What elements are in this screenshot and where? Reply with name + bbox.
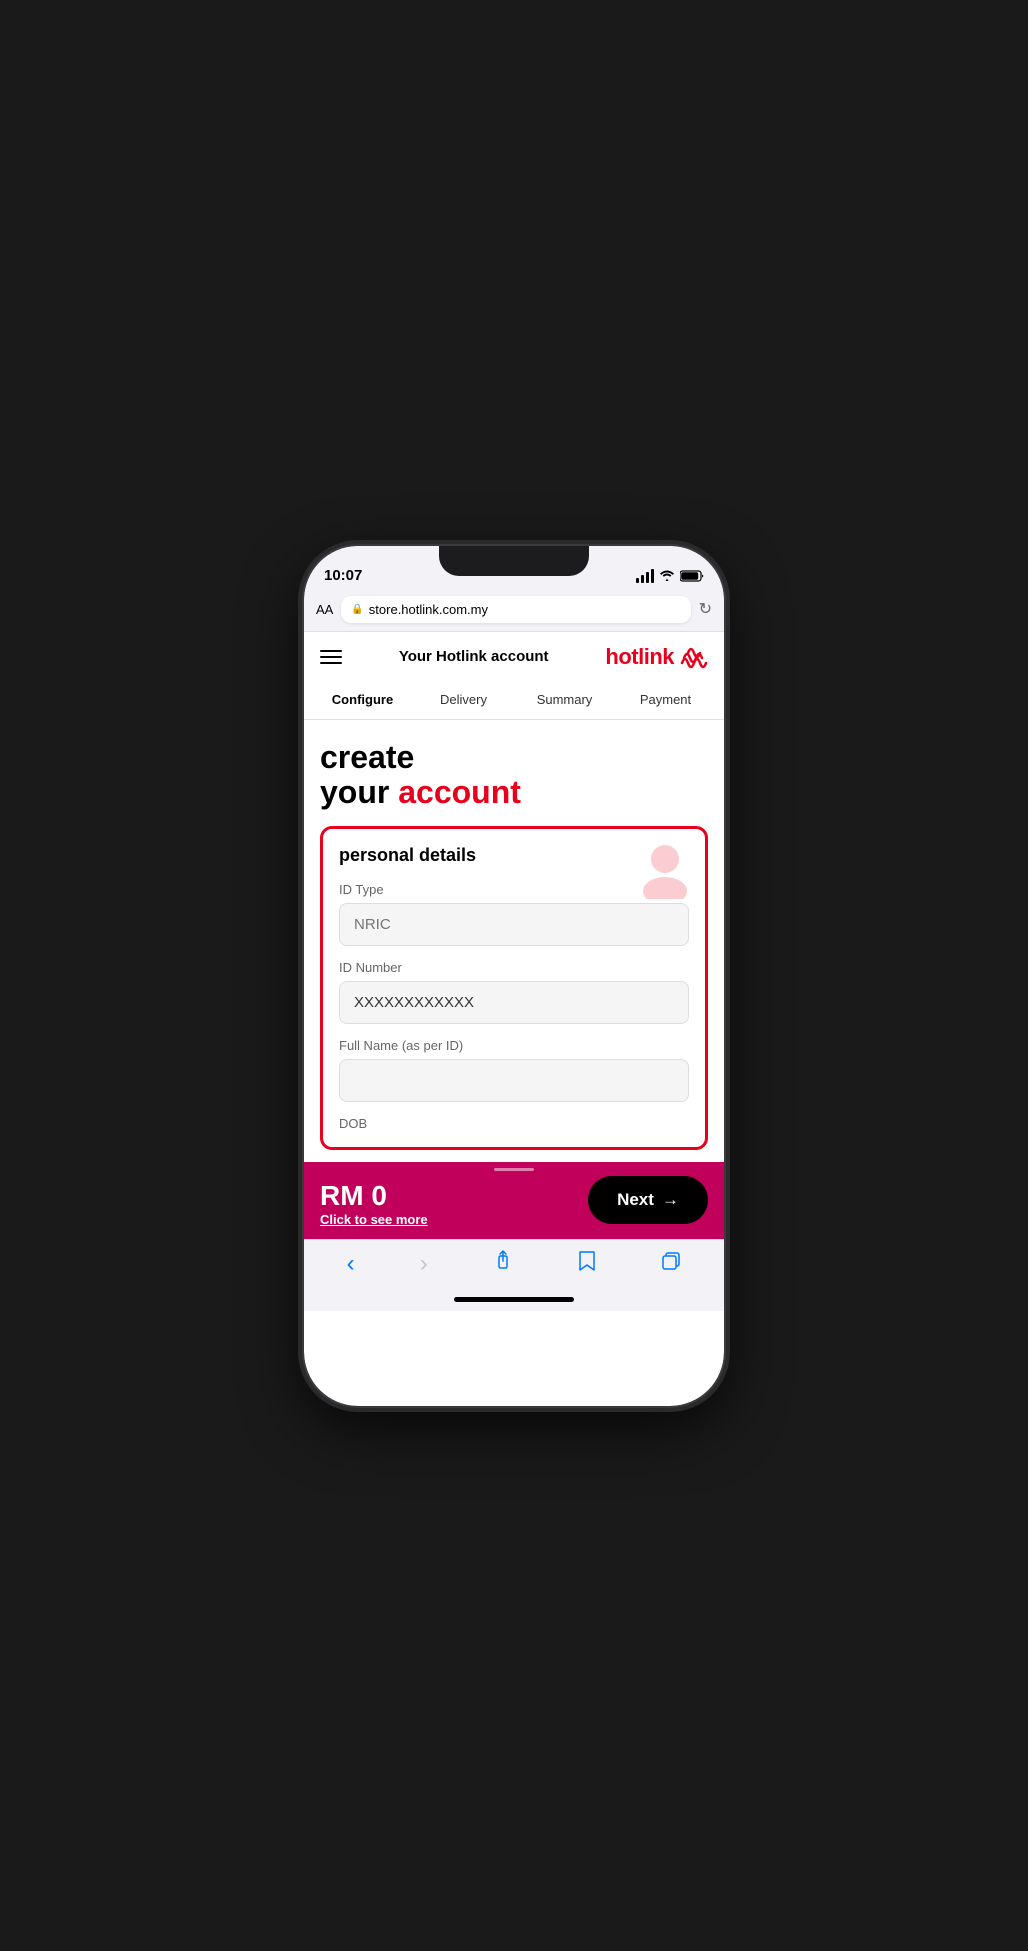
- tab-summary[interactable]: Summary: [514, 682, 615, 719]
- bottom-bar: RM 0 Click to see more Next →: [304, 1162, 724, 1239]
- price-cta[interactable]: Click to see more: [320, 1212, 428, 1227]
- hotlink-logo: hotlink: [605, 644, 708, 670]
- tab-payment[interactable]: Payment: [615, 682, 716, 719]
- id-number-label: ID Number: [339, 960, 689, 975]
- full-name-label: Full Name (as per ID): [339, 1038, 689, 1053]
- heading-line2: your account: [320, 775, 708, 810]
- heading-your: your: [320, 774, 398, 810]
- heading-line1: create: [320, 740, 708, 775]
- page-heading: create your account: [320, 740, 708, 810]
- home-bar: [454, 1297, 574, 1302]
- home-indicator: [304, 1289, 724, 1311]
- tab-delivery[interactable]: Delivery: [413, 682, 514, 719]
- hotlink-wave-icon: [678, 645, 708, 669]
- phone-screen: 10:07 AA 🔒 store.hot: [304, 546, 724, 1406]
- id-number-input[interactable]: [339, 981, 689, 1024]
- dob-label: DOB: [339, 1116, 689, 1131]
- person-icon: [635, 839, 695, 899]
- battery-icon: [680, 570, 704, 582]
- scroll-area: create your account personal details: [304, 720, 724, 1239]
- phone-frame: 10:07 AA 🔒 store.hot: [304, 546, 724, 1406]
- next-label: Next: [617, 1190, 654, 1210]
- header-title: Your Hotlink account: [399, 648, 549, 665]
- bottom-bar-handle: [494, 1168, 534, 1171]
- tab-configure[interactable]: Configure: [312, 682, 413, 719]
- status-icons: [636, 569, 704, 584]
- full-name-group: Full Name (as per ID): [339, 1038, 689, 1102]
- lock-icon: 🔒: [351, 604, 363, 615]
- safari-bottom-bar: ‹ ›: [304, 1239, 724, 1289]
- full-name-input[interactable]: [339, 1059, 689, 1102]
- hotlink-brand-name: hotlink: [605, 644, 674, 670]
- form-card: personal details ID Type ID Number: [320, 826, 708, 1150]
- price-amount: RM 0: [320, 1180, 428, 1212]
- phone-notch: [439, 546, 589, 576]
- hamburger-menu[interactable]: [320, 650, 342, 664]
- back-icon[interactable]: ‹: [347, 1250, 355, 1278]
- share-icon[interactable]: [493, 1250, 513, 1278]
- signal-icon: [636, 569, 654, 583]
- refresh-icon[interactable]: ↻: [699, 599, 712, 619]
- bookmarks-icon[interactable]: [578, 1250, 596, 1278]
- tabs-icon[interactable]: [661, 1251, 681, 1277]
- heading-account: account: [398, 774, 521, 810]
- nav-tabs: Configure Delivery Summary Payment: [304, 682, 724, 720]
- next-arrow: →: [662, 1190, 679, 1210]
- status-time: 10:07: [324, 567, 362, 584]
- forward-icon[interactable]: ›: [420, 1250, 428, 1278]
- main-content: create your account personal details: [304, 720, 724, 1162]
- browser-url: store.hotlink.com.my: [369, 602, 488, 617]
- app-content: Your Hotlink account hotlink Configure D…: [304, 632, 724, 1239]
- wifi-icon: [659, 569, 675, 584]
- id-type-input[interactable]: [339, 903, 689, 946]
- price-section[interactable]: RM 0 Click to see more: [320, 1174, 428, 1227]
- browser-url-bar[interactable]: 🔒 store.hotlink.com.my: [341, 596, 690, 623]
- next-button[interactable]: Next →: [588, 1176, 708, 1224]
- browser-aa[interactable]: AA: [316, 602, 333, 617]
- browser-bar: AA 🔒 store.hotlink.com.my ↻: [304, 590, 724, 632]
- app-header: Your Hotlink account hotlink: [304, 632, 724, 682]
- id-number-group: ID Number: [339, 960, 689, 1024]
